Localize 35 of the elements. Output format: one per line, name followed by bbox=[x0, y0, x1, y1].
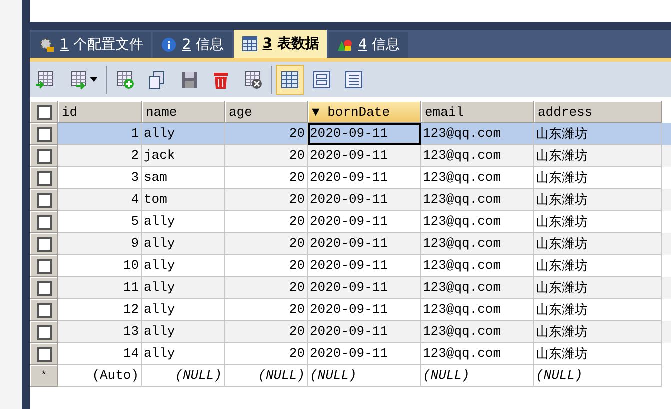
row-checkbox[interactable] bbox=[36, 192, 52, 208]
row-checkbox[interactable] bbox=[36, 126, 52, 142]
row-checkbox[interactable] bbox=[36, 302, 52, 318]
select-all-checkbox[interactable] bbox=[36, 104, 52, 120]
column-header[interactable]: name bbox=[142, 101, 225, 123]
column-header[interactable]: age bbox=[225, 101, 308, 123]
row-checkbox[interactable] bbox=[36, 236, 52, 252]
table-cell: (NULL) bbox=[308, 365, 421, 387]
gear-icon bbox=[39, 37, 55, 53]
table-cell: (NULL) bbox=[225, 365, 308, 387]
table-cell: (Auto) bbox=[58, 365, 142, 387]
row-checkbox[interactable] bbox=[36, 214, 52, 230]
tab[interactable]: 1 个配置文件 bbox=[31, 32, 152, 58]
tab[interactable]: 4 信息 bbox=[329, 32, 408, 58]
row-checkbox[interactable] bbox=[36, 346, 52, 362]
row-checkbox[interactable] bbox=[36, 324, 52, 340]
row-checkbox[interactable] bbox=[36, 280, 52, 296]
row-checkbox[interactable] bbox=[36, 170, 52, 186]
column-header[interactable]: address bbox=[534, 101, 662, 123]
table-cell: (NULL) bbox=[142, 365, 225, 387]
info-icon bbox=[161, 37, 178, 53]
tab[interactable]: 3 表数据 bbox=[234, 30, 328, 58]
table-cell: 2020-09-11 bbox=[308, 123, 421, 145]
row-checkbox[interactable] bbox=[36, 148, 52, 164]
shapes-icon bbox=[337, 37, 354, 53]
table-cell: (NULL) bbox=[421, 365, 534, 387]
grid-view-icon[interactable] bbox=[276, 64, 304, 94]
row-checkbox[interactable] bbox=[36, 258, 52, 274]
column-header[interactable]: email bbox=[421, 101, 534, 123]
table-icon bbox=[242, 36, 258, 52]
column-header[interactable]: id bbox=[58, 101, 142, 123]
column-header[interactable]: ▼ bornDate bbox=[308, 101, 421, 123]
table-cell: (NULL) bbox=[534, 365, 662, 387]
new-row-marker: * bbox=[40, 370, 47, 382]
tab[interactable]: 2 信息 bbox=[153, 32, 232, 58]
